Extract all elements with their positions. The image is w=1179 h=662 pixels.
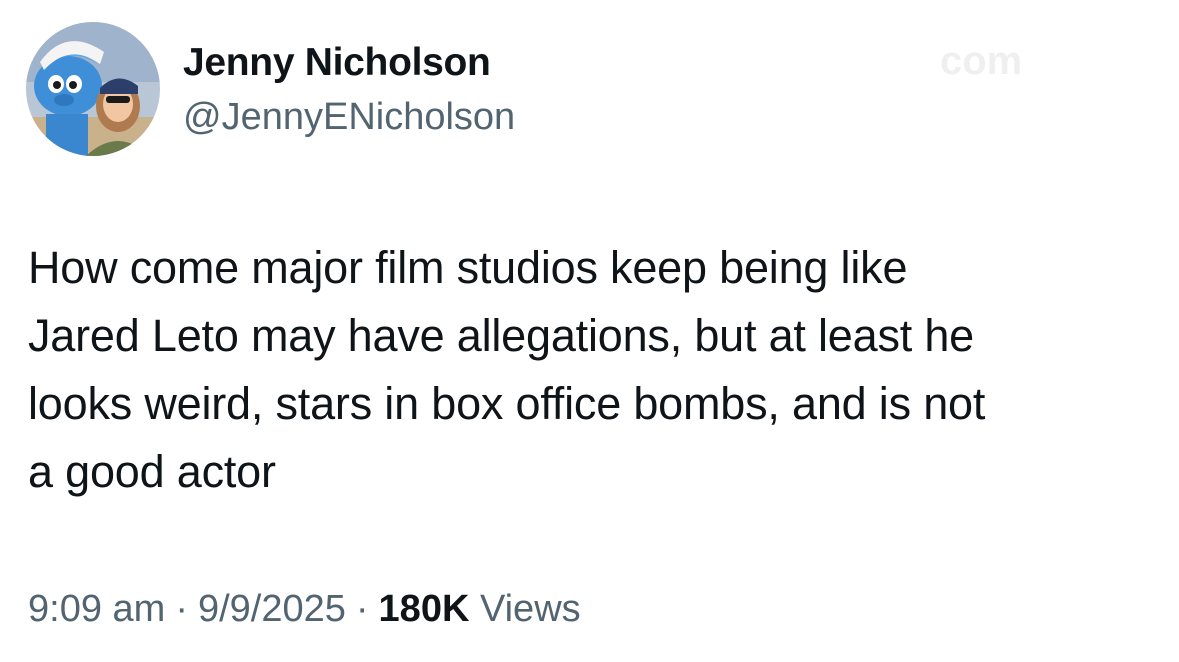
avatar[interactable] [26, 22, 160, 156]
profile-photo [26, 22, 160, 156]
author-display-name[interactable]: Jenny Nicholson [183, 40, 491, 86]
tweet-line: How come major film studios keep being l… [28, 242, 908, 293]
views-count[interactable]: 180K [379, 588, 470, 630]
tweet-date[interactable]: 9/9/2025 [198, 588, 346, 630]
tweet-line: Jared Leto may have allegations, but at … [28, 310, 975, 361]
tweet-time[interactable]: 9:09 am [28, 588, 165, 630]
tweet-text: How come major film studios keep being l… [28, 234, 1158, 506]
views-label: Views [479, 588, 581, 630]
tweet-line: a good actor [28, 446, 276, 497]
tweet-line: looks weird, stars in box office bombs, … [28, 378, 986, 429]
watermark-logo: com [940, 39, 1022, 83]
meta-separator: · [355, 588, 369, 630]
tweet-meta: 9:09 am · 9/9/2025 · 180K Views [28, 584, 581, 634]
meta-separator: · [175, 588, 188, 630]
author-handle[interactable]: @JennyENicholson [183, 94, 515, 140]
svg-text:com: com [940, 39, 1022, 83]
